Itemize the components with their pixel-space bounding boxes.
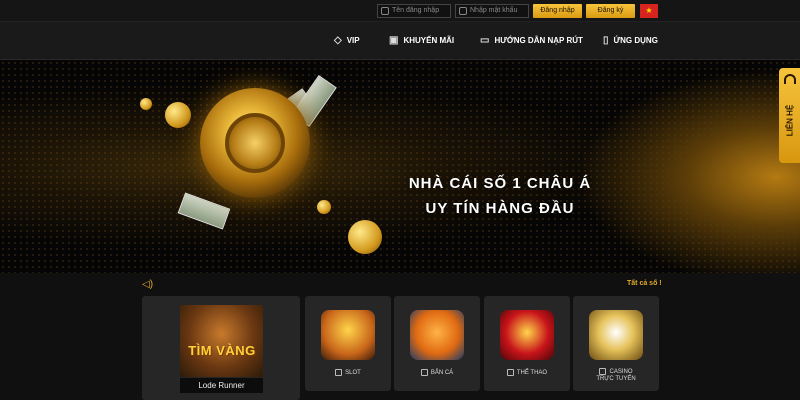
wallet-icon: ▭ [480,35,490,46]
cards-small-icon [599,368,607,375]
contact-tab[interactable]: LIÊN HỆ [779,68,800,163]
vault-dial-icon [225,113,285,173]
lock-icon [459,7,467,15]
nav-item-label: HƯỚNG DẪN NẠP RÚT [494,36,583,45]
category-slot[interactable]: SLOT [305,296,391,391]
banner-pager [382,264,417,277]
see-all-link[interactable]: Tất cả số ! [627,280,662,287]
category-label: CASINO TRỰC TUYẾN [573,368,659,383]
fish-icon [410,310,464,360]
nav-item-label: ỨNG DỤNG [613,36,658,45]
speaker-icon[interactable]: ◁) [142,279,153,290]
playing-cards-icon [589,310,643,360]
nav-item-label: VIP [346,36,360,45]
nav-item-deposit-guide[interactable]: ▭ HƯỚNG DẪN NẠP RÚT [480,22,583,60]
category-label: THỂ THAO [484,369,570,377]
slot-small-icon [335,369,343,376]
category-label: BẮN CÁ [394,369,480,377]
coin-icon [348,220,382,254]
register-button[interactable]: Đăng ký [586,4,635,18]
featured-game-image[interactable] [180,305,263,377]
banner-headline-2: UY TÍN HÀNG ĐẦU [425,200,575,217]
coin-icon [317,200,331,214]
login-button[interactable]: Đăng nhập [533,4,582,18]
login-bar: Tên đăng nhập Nhập mật khẩu Đăng nhập Đă… [0,0,800,22]
category-label-text: SLOT [345,370,361,377]
soccer-ball-icon [500,310,554,360]
mobile-icon: ▯ [603,35,609,46]
nav-item-promotions[interactable]: ▣ KHUYẾN MÃI [389,22,454,60]
coin-icon [140,98,152,110]
page: Tên đăng nhập Nhập mật khẩu Đăng nhập Đă… [0,0,800,400]
category-casino[interactable]: CASINO TRỰC TUYẾN [573,296,659,391]
user-icon [381,7,389,15]
category-sports[interactable]: THỂ THAO [484,296,570,391]
category-label-text: THỂ THAO [516,370,548,377]
coin-icon [165,102,191,128]
fish-small-icon [420,369,428,376]
password-placeholder: Nhập mật khẩu [470,7,518,14]
username-placeholder: Tên đăng nhập [392,7,440,14]
password-input[interactable]: Nhập mật khẩu [455,4,529,18]
banner-headline-1: NHÀ CÁI SỐ 1 CHÂU Á [408,175,592,192]
nav-item-label: KHUYẾN MÃI [403,36,455,45]
gift-icon: ▣ [389,35,399,46]
featured-game-art-text: TÌM VÀNG [188,343,256,358]
headset-icon [784,74,796,84]
banner-glow [560,60,800,273]
main-nav: ◇ VIP ▣ KHUYẾN MÃI ▭ HƯỚNG DẪN NẠP RÚT ▯ ỨNG… [0,22,800,60]
featured-game-title[interactable]: Lode Runner [180,378,263,393]
sports-small-icon [506,369,514,376]
category-fishing[interactable]: BẮN CÁ [394,296,480,391]
contact-label: LIÊN HỆ [785,104,795,137]
diamond-icon: ◇ [334,35,342,46]
nav-item-app[interactable]: ▯ ỨNG DỤNG [603,22,658,60]
username-input[interactable]: Tên đăng nhập [377,4,451,18]
hero-banner[interactable]: NHÀ CÁI SỐ 1 CHÂU Á UY TÍN HÀNG ĐẦU [0,60,800,273]
slot-machine-icon [321,310,375,360]
language-flag-icon[interactable]: ★ [640,4,658,18]
category-label-text: BẮN CÁ [430,370,454,377]
category-label: SLOT [305,369,391,377]
nav-item-vip[interactable]: ◇ VIP [334,22,360,60]
